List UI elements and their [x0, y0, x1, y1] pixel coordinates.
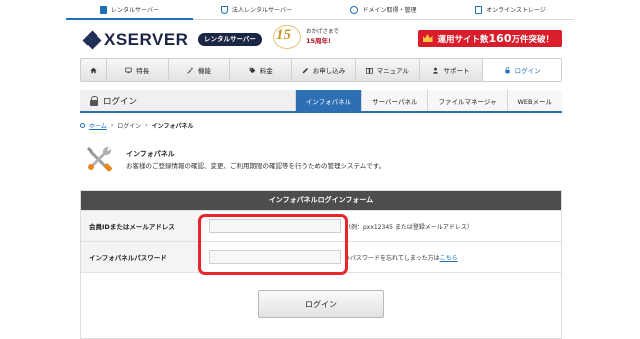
tab-file-manager[interactable]: ファイルマネージャ — [427, 90, 507, 111]
nav-login[interactable]: ログイン — [483, 59, 562, 81]
id-field-cell: （例：pxx12345 または登録メールアドレス） — [201, 211, 561, 241]
service-tab-storage[interactable]: オンラインストレージ — [447, 0, 574, 19]
login-panel-bar: ログイン インフォパネル サーバーパネル ファイルマネージャ WEBメール — [80, 90, 562, 113]
crown-icon — [422, 34, 433, 42]
service-tab-label: 法人レンタルサーバー — [232, 7, 292, 14]
tag-icon — [249, 67, 256, 73]
tab-info-panel[interactable]: インフォパネル — [294, 90, 362, 111]
promo-prefix: 運用サイト数 — [437, 35, 489, 45]
nav-home[interactable] — [81, 59, 107, 81]
service-tab-label: レンタルサーバー — [111, 7, 159, 14]
home-dot-icon — [80, 123, 85, 128]
shield-icon — [221, 5, 229, 14]
xserver-logo-icon[interactable] — [82, 30, 102, 50]
form-row-id: 会員IDまたはメールアドレス （例：pxx12345 または登録メールアドレス） — [81, 210, 561, 241]
password-hint-text: ※パスワードを忘れてしまった方は — [345, 254, 440, 262]
lock-icon — [505, 66, 510, 73]
id-label: 会員IDまたはメールアドレス — [81, 211, 201, 241]
forgot-password-link[interactable]: こちら — [440, 255, 458, 262]
nav-features[interactable]: 特長 — [107, 59, 169, 81]
promo-number: 160 — [488, 32, 512, 45]
breadcrumb-separator: › — [110, 122, 114, 129]
home-icon — [90, 67, 97, 73]
anniversary-number: 15 — [276, 27, 291, 43]
promo-banner[interactable]: 運用サイト数160万件突破！ — [417, 30, 562, 47]
anniversary-text: おかげさまで 15周年! — [306, 28, 339, 46]
nav-signup-label: お申し込み — [312, 67, 346, 75]
promo-suffix: 万件突破！ — [511, 35, 554, 45]
storage-icon — [475, 5, 483, 14]
nav-features-label: 特長 — [136, 67, 150, 75]
login-title: ログイン — [90, 95, 137, 107]
form-row-password: インフォパネルパスワード ※パスワードを忘れてしまった方はこちら — [81, 241, 561, 272]
breadcrumb-login: ログイン — [117, 123, 142, 130]
service-tab-rental-server[interactable]: レンタルサーバー — [66, 0, 193, 20]
nav-functions[interactable]: 機能 — [169, 59, 231, 81]
nav-functions-label: 機能 — [198, 67, 212, 75]
anniversary-badge: 15 — [273, 25, 303, 51]
anniversary-line1: おかげさまで — [306, 29, 340, 35]
page: レンタルサーバー 法人レンタルサーバー ドメイン取得・管理 オンラインストレージ… — [0, 0, 640, 339]
login-title-text: ログイン — [103, 97, 138, 107]
logo-badge: レンタルサーバー — [198, 33, 262, 46]
nav-manual-label: マニュアル — [376, 67, 409, 75]
nav-pricing-label: 料金 — [259, 67, 273, 75]
member-id-input[interactable] — [209, 219, 341, 233]
service-tab-label: ドメイン取得・管理 — [362, 7, 417, 14]
password-label: インフォパネルパスワード — [81, 242, 201, 272]
anniversary-line2: 15周年! — [306, 37, 332, 45]
site-header: XSERVER レンタルサーバー 15 おかげさまで 15周年! 運用サイト数1… — [66, 22, 574, 56]
breadcrumb: ホーム › ログイン › インフォパネル — [80, 121, 193, 130]
globe-icon — [350, 5, 359, 14]
book-icon — [365, 67, 373, 74]
nav-manual[interactable]: マニュアル — [356, 59, 420, 81]
service-tab-business-server[interactable]: 法人レンタルサーバー — [193, 0, 320, 19]
intro-description: お客様のご登録情報の確認、変更、ご利用期限の確認等を行うための管理システムです。 — [126, 162, 386, 170]
wand-icon — [187, 66, 194, 74]
nav-support-label: サポート — [443, 67, 470, 75]
lock-icon — [90, 96, 98, 106]
login-button[interactable]: ログイン — [258, 290, 384, 318]
logo-text[interactable]: XSERVER — [104, 30, 188, 50]
tools-icon — [87, 146, 112, 172]
monitor-icon — [125, 67, 132, 73]
server-icon — [100, 5, 108, 14]
nav-login-label: ログイン — [514, 67, 541, 75]
password-hint: ※パスワードを忘れてしまった方はこちら — [345, 253, 458, 262]
breadcrumb-current: インフォパネル — [151, 123, 194, 130]
id-hint: （例：pxx12345 または登録メールアドレス） — [345, 223, 473, 231]
breadcrumb-home-link[interactable]: ホーム — [89, 121, 107, 130]
service-tab-label: オンラインストレージ — [486, 7, 546, 14]
panel-tabs: インフォパネル サーバーパネル ファイルマネージャ WEBメール — [294, 90, 562, 111]
breadcrumb-separator: › — [145, 122, 148, 129]
service-nav: レンタルサーバー 法人レンタルサーバー ドメイン取得・管理 オンラインストレージ — [66, 0, 574, 20]
service-tab-domain[interactable]: ドメイン取得・管理 — [320, 0, 447, 19]
password-field-cell: ※パスワードを忘れてしまった方はこちら — [201, 242, 561, 272]
intro-title: インフォパネル — [126, 150, 175, 158]
pencil-icon — [302, 67, 308, 73]
password-input[interactable] — [209, 250, 341, 264]
tab-webmail[interactable]: WEBメール — [506, 90, 562, 111]
tab-server-panel[interactable]: サーバーパネル — [361, 90, 428, 111]
person-icon — [433, 67, 439, 74]
nav-pricing[interactable]: 料金 — [230, 59, 293, 81]
nav-support[interactable]: サポート — [420, 59, 484, 81]
main-nav: 特長 機能 料金 お申し込み マニュアル サポート ログイン — [80, 58, 562, 82]
form-header: インフォパネルログインフォーム — [81, 191, 561, 210]
nav-signup[interactable]: お申し込み — [292, 59, 356, 81]
